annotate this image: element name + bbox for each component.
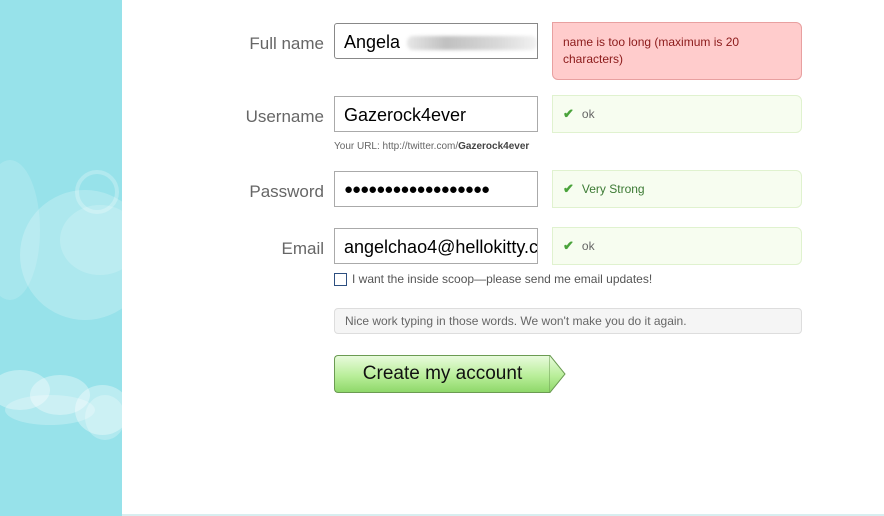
password-strength-text: Very Strong <box>581 182 645 196</box>
email-status-text: ok <box>581 239 595 253</box>
profile-url-prefix: Your URL: http://twitter.com/ <box>334 141 459 152</box>
full-name-input[interactable]: Angela <box>334 23 538 59</box>
full-name-error-text: name is too long (maximum is 20 characte… <box>563 35 740 66</box>
username-value: Gazerock4ever <box>344 105 467 125</box>
captcha-note: Nice work typing in those words. We won'… <box>334 308 802 334</box>
email-updates-option[interactable]: I want the inside scoop—please send me e… <box>334 272 652 286</box>
decorative-bubble <box>75 170 119 214</box>
checkmark-icon: ✔ <box>563 106 574 121</box>
email-input[interactable]: angelchao4@hellokitty.com <box>334 228 538 264</box>
checkmark-icon: ✔ <box>563 181 574 196</box>
full-name-value: Angela <box>344 32 401 52</box>
username-status: ✔ ok <box>552 95 802 133</box>
email-status: ✔ ok <box>552 227 802 265</box>
decorative-cloud <box>85 395 122 440</box>
password-label: Password <box>249 182 324 201</box>
full-name-error-message: name is too long (maximum is 20 characte… <box>552 22 802 80</box>
password-input[interactable]: ●●●●●●●●●●●●●●●●●● <box>334 171 538 207</box>
password-value: ●●●●●●●●●●●●●●●●●● <box>344 181 490 198</box>
username-input[interactable]: Gazerock4ever <box>334 96 538 132</box>
decorative-background <box>0 0 122 516</box>
redaction-smudge <box>407 36 537 50</box>
password-strength: ✔ Very Strong <box>552 170 802 208</box>
username-label: Username <box>245 107 324 126</box>
email-updates-checkbox[interactable] <box>334 272 347 286</box>
create-account-button[interactable]: Create my account <box>334 355 550 393</box>
profile-url-name: Gazerock4ever <box>458 141 530 152</box>
email-updates-label: I want the inside scoop—please send me e… <box>352 272 653 286</box>
profile-url-hint: Your URL: http://twitter.com/Gazerock4ev… <box>334 141 529 152</box>
email-label: Email <box>281 239 324 258</box>
full-name-label: Full name <box>249 34 324 53</box>
create-account-button-arrow[interactable] <box>549 355 569 395</box>
checkmark-icon: ✔ <box>563 238 574 253</box>
email-value: angelchao4@hellokitty.com <box>344 237 538 257</box>
create-account-label: Create my account <box>362 363 523 384</box>
username-status-text: ok <box>581 107 595 121</box>
